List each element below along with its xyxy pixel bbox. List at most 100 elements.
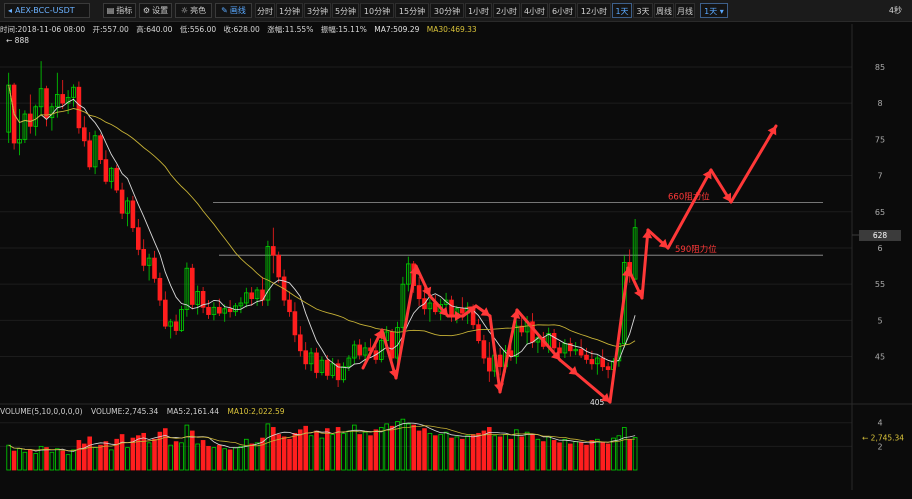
high-marker: ← 888 <box>6 36 29 45</box>
candle-body-106 <box>578 348 584 356</box>
volume-bar-93 <box>508 438 514 471</box>
volume-bar-99 <box>541 441 546 471</box>
candle-body-29 <box>162 299 168 327</box>
candle-body-23 <box>130 200 136 229</box>
candle-body-89 <box>486 357 492 372</box>
volume-bar-84 <box>459 438 465 471</box>
resistance-label-0: 660阻力位 <box>668 191 710 202</box>
candle-body-50 <box>276 254 281 278</box>
volume-bar-74 <box>405 423 411 471</box>
volume-bar-108 <box>589 440 595 471</box>
volume-bar-49 <box>270 427 276 471</box>
candle-body-17 <box>98 135 103 161</box>
volume-bar-92 <box>503 434 508 471</box>
candle-body-45 <box>249 292 255 300</box>
volume-bar-12 <box>71 449 76 471</box>
resistance-label-1: 590阻力位 <box>675 244 717 255</box>
price-tick-label-1: 8 <box>877 99 882 108</box>
candle-body-20 <box>114 167 120 191</box>
volume-bar-83 <box>454 436 460 471</box>
volume-tick-label-1: 2 <box>877 442 882 451</box>
candle-body-14 <box>82 127 87 142</box>
price-tick-label-3: 7 <box>877 172 882 181</box>
volume-bar-80 <box>438 434 443 471</box>
volume-bar-45 <box>249 443 255 471</box>
volume-bar-15 <box>87 436 93 471</box>
volume-bar-110 <box>600 442 605 471</box>
current-price-box: 628 <box>859 230 901 241</box>
volume-bar-73 <box>400 418 406 471</box>
candle-body-57 <box>314 352 319 373</box>
candle-body-107 <box>584 354 589 360</box>
volume-bar-41 <box>227 449 233 471</box>
candle-body-71 <box>389 331 395 359</box>
volume-bar-77 <box>422 428 427 471</box>
candle-body-18 <box>103 159 109 182</box>
volume-bar-82 <box>449 437 454 471</box>
volume-bar-90 <box>492 435 497 471</box>
candle-body-21 <box>119 189 125 214</box>
volume-info-bar: VOLUME(5,10,0,0,0,0) VOLUME:2,745.34 MA5… <box>0 407 291 419</box>
candle-body-76 <box>416 285 422 300</box>
volume-bar-104 <box>568 443 573 471</box>
ma30-line <box>8 85 636 348</box>
volume-bar-46 <box>254 442 260 471</box>
ma7-line <box>8 85 636 369</box>
candle-body-108 <box>589 359 595 365</box>
volume-bar-58 <box>319 437 325 471</box>
volume-bar-2 <box>17 448 22 471</box>
volume-bar-87 <box>476 432 481 471</box>
volume-bar-42 <box>233 447 238 471</box>
candle-body-53 <box>292 311 298 336</box>
candle-body-82 <box>449 299 454 315</box>
candle-body-54 <box>297 334 303 352</box>
volume-bar-66 <box>362 431 368 471</box>
volume-bar-24 <box>135 435 141 471</box>
volume-bar-10 <box>60 450 65 471</box>
volume-title: VOLUME(5,10,0,0,0,0) <box>0 407 83 416</box>
candlestick-chart[interactable]: 8587576565554542← 2,745.34660阻力位590阻力位← … <box>0 0 912 499</box>
candle-body-24 <box>135 227 141 250</box>
volume-bar-116 <box>632 437 638 471</box>
volume-ma10: MA10:2,022.59 <box>227 407 285 416</box>
volume-bar-54 <box>297 429 303 471</box>
volume-bar-17 <box>98 444 103 471</box>
volume-bar-98 <box>535 438 541 471</box>
volume-bar-4 <box>27 449 33 471</box>
volume-bar-106 <box>578 442 584 471</box>
volume-bar-57 <box>314 430 319 471</box>
candle-body-41 <box>227 308 233 313</box>
candle-body-31 <box>173 321 179 331</box>
volume-bar-69 <box>378 427 384 471</box>
volume-bar-52 <box>287 438 292 471</box>
volume-bar-68 <box>373 429 379 471</box>
annotation-arrow-segment-19 <box>729 124 778 204</box>
price-tick-label-6: 55 <box>875 280 885 289</box>
volume-bar-94 <box>514 429 519 471</box>
volume-bar-13 <box>76 440 82 471</box>
volume-bars <box>6 418 638 471</box>
volume-bar-103 <box>562 438 568 471</box>
volume-bar-95 <box>519 436 524 471</box>
volume-bar-36 <box>200 440 206 471</box>
candle-body-111 <box>605 366 611 370</box>
price-tick-label-4: 65 <box>875 208 885 217</box>
price-tick-label-8: 45 <box>875 353 885 362</box>
volume-bar-85 <box>465 435 470 471</box>
price-tick-label-5: 6 <box>877 244 882 253</box>
volume-bar-96 <box>524 431 530 471</box>
candle-body-52 <box>287 299 292 313</box>
volume-bar-76 <box>416 430 422 471</box>
volume-bar-115 <box>627 438 632 471</box>
volume-bar-78 <box>427 432 433 471</box>
candle-body-65 <box>357 344 362 356</box>
volume-bar-51 <box>281 436 287 471</box>
volume-bar-40 <box>222 448 228 471</box>
volume-bar-7 <box>44 447 49 471</box>
volume-bar-91 <box>497 436 503 471</box>
volume-bar-63 <box>346 430 352 471</box>
candle-body-4 <box>27 113 33 127</box>
volume-tick-label-0: 4 <box>877 419 882 428</box>
annotation-arrow-segment-13 <box>608 266 630 404</box>
candle-body-28 <box>157 277 163 301</box>
